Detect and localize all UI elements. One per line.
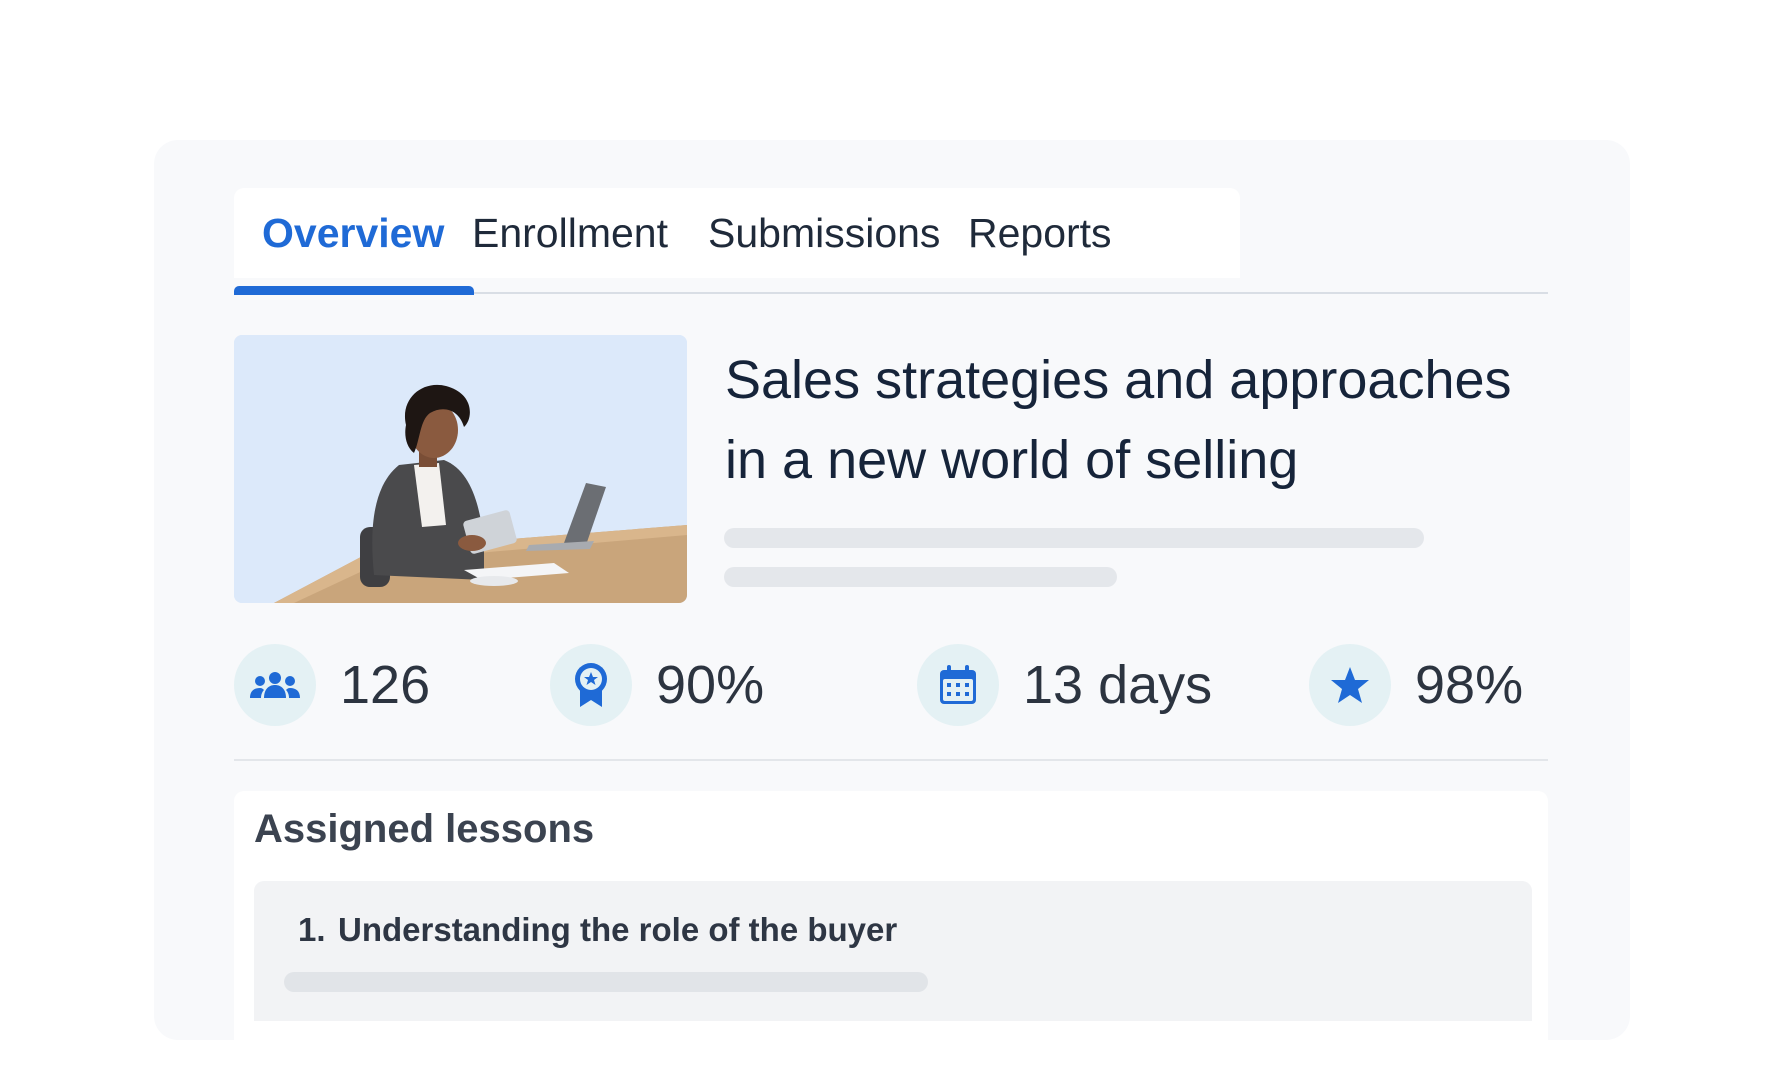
stat-value: 90% [656, 655, 765, 715]
stat-enrolled: 126 [234, 644, 430, 726]
description-placeholder-line [724, 567, 1117, 587]
description-placeholder-line [724, 528, 1424, 548]
stat-value: 126 [340, 655, 431, 715]
tab-submissions[interactable]: Submissions [708, 210, 940, 257]
stat-value: 13 days [1023, 655, 1213, 715]
tab-bar: Overview Enrollment Submissions Reports [234, 188, 1548, 278]
stats-divider [234, 759, 1548, 761]
tab-reports[interactable]: Reports [968, 210, 1112, 257]
award-badge-icon [550, 644, 632, 726]
lesson-item[interactable]: 1. Understanding the role of the buyer [254, 881, 1532, 1021]
lesson-name: Understanding the role of the buyer [338, 911, 898, 948]
woman-at-laptop-illustration [234, 335, 687, 603]
tab-enrollment[interactable]: Enrollment [472, 210, 668, 257]
stat-completion: 90% [550, 644, 764, 726]
lesson-progress-placeholder [284, 972, 928, 992]
stat-rating: 98% [1309, 644, 1523, 726]
course-image [234, 335, 687, 603]
tab-overview[interactable]: Overview [262, 210, 444, 257]
course-card: Overview Enrollment Submissions Reports [154, 140, 1630, 1091]
active-tab-indicator [234, 286, 474, 295]
calendar-icon [917, 644, 999, 726]
course-title: Sales strategies and approaches in a new… [725, 350, 1512, 490]
stat-duration: 13 days [917, 644, 1212, 726]
star-icon [1309, 644, 1391, 726]
assigned-lessons-title: Assigned lessons [254, 807, 595, 851]
users-icon [234, 644, 316, 726]
lesson-number: 1. [298, 911, 326, 948]
stat-value: 98% [1415, 655, 1524, 715]
